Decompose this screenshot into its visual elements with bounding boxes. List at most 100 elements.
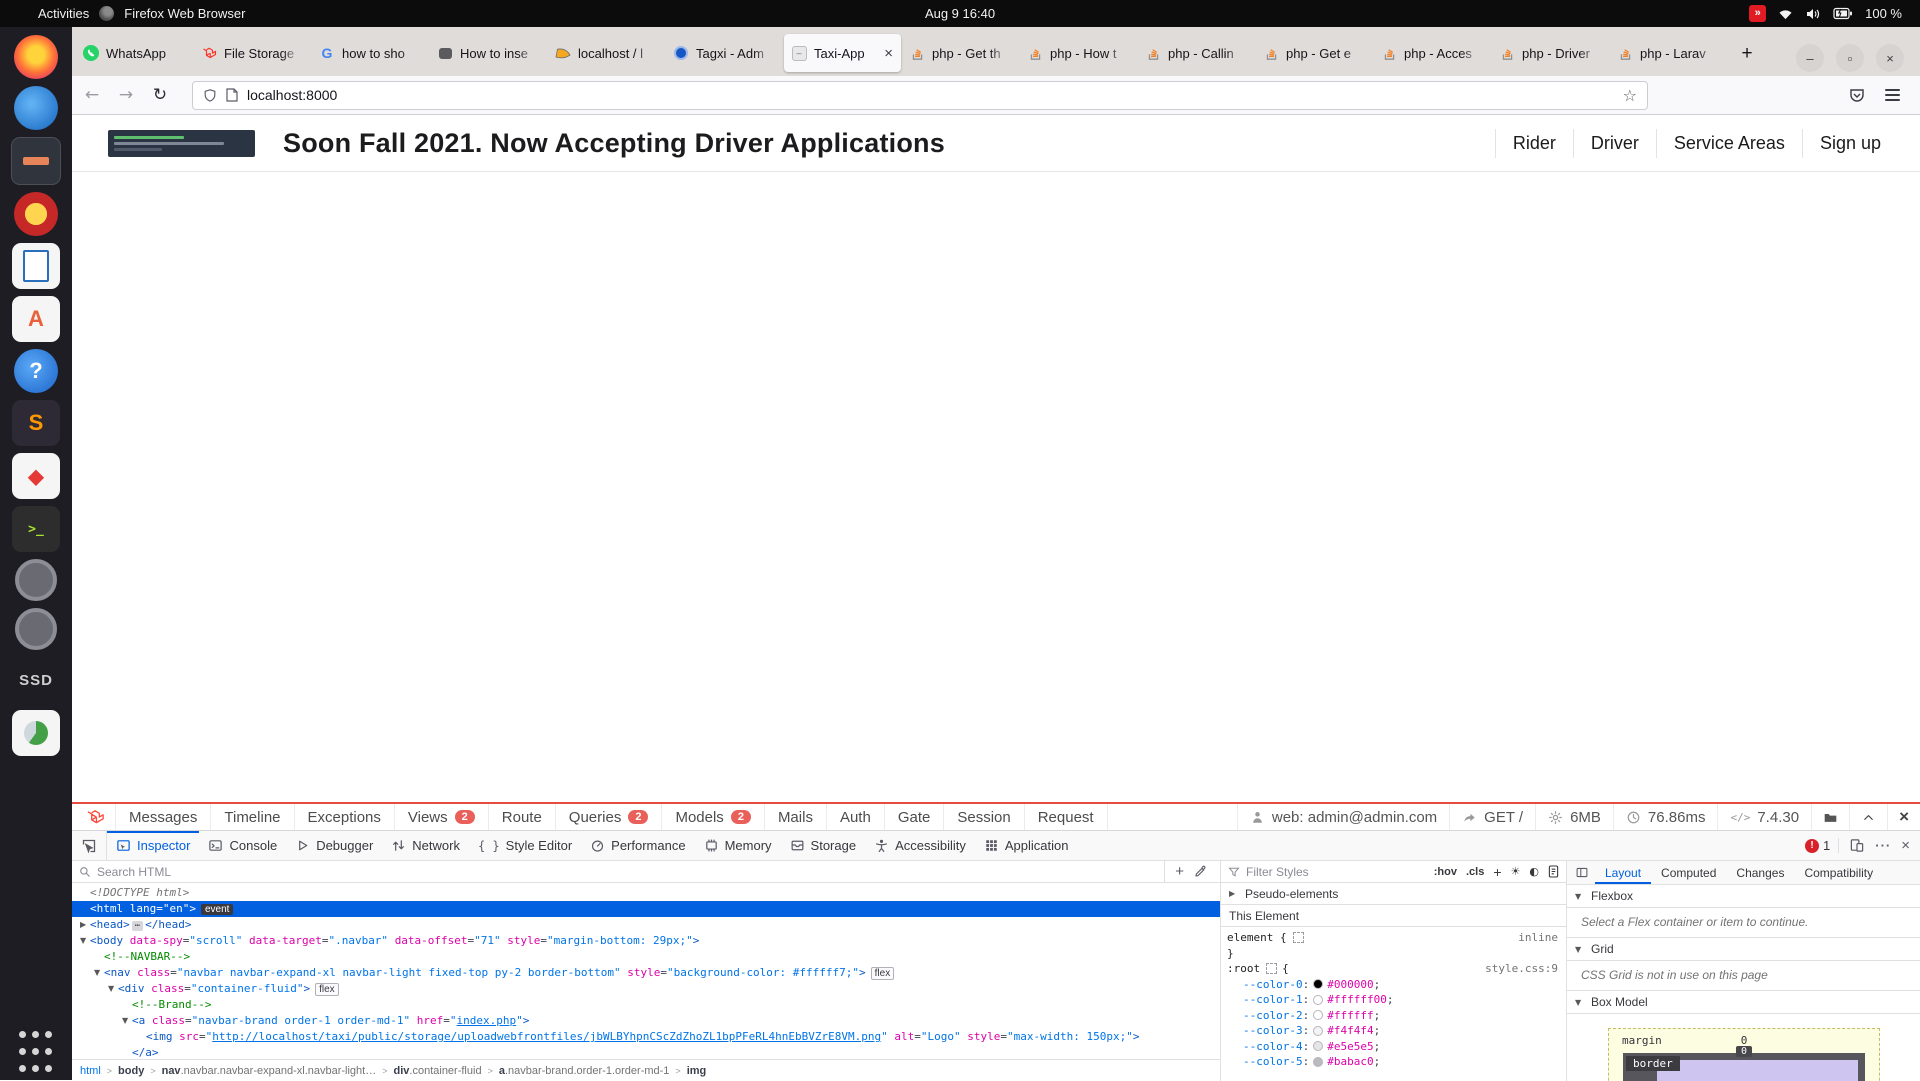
devtools-close-icon[interactable]: × (1901, 837, 1910, 854)
css-variable-4[interactable]: --color-4:#e5e5e5; (1227, 1039, 1558, 1055)
volume-icon[interactable] (1805, 7, 1821, 21)
dock-item-files-icon[interactable] (11, 137, 61, 185)
dock-item-greenapp-icon[interactable] (12, 710, 60, 756)
laravel-logo-icon[interactable] (72, 804, 115, 830)
border-top-value[interactable]: 0 (1736, 1046, 1752, 1057)
tree-node-9[interactable]: <img src="http://localhost/taxi/public/s… (72, 1029, 1220, 1045)
reload-button[interactable]: ↻ (146, 81, 174, 109)
chevron-right-icon[interactable]: ▶ (80, 917, 90, 933)
devtools-tab-storage[interactable]: Storage (781, 831, 866, 860)
tree-node-5[interactable]: ▼<nav class="navbar navbar-expand-xl nav… (72, 965, 1220, 981)
breadcrumb-item-img[interactable]: img (687, 1065, 707, 1077)
error-count-badge[interactable]: !1 (1805, 838, 1839, 853)
wifi-icon[interactable] (1778, 7, 1793, 20)
devtools-tab-accessibility[interactable]: Accessibility (865, 831, 975, 860)
browser-tab-5[interactable]: Tagxi - Adm (666, 34, 783, 72)
hover-pseudo-toggle[interactable]: :hov (1434, 866, 1457, 878)
browser-tab-6[interactable]: –Taxi-App× (784, 34, 901, 72)
tree-node-0[interactable]: <!DOCTYPE html> (72, 885, 1220, 901)
browser-tab-7[interactable]: php - Get th (902, 34, 1019, 72)
devtools-menu-icon[interactable]: ··· (1875, 838, 1891, 853)
filter-styles-input[interactable]: Filter Styles (1246, 865, 1309, 879)
tab-close-icon[interactable]: × (883, 46, 894, 61)
sidebar-pane-icon[interactable] (1567, 861, 1595, 884)
dock-item-rhythmbox-icon[interactable] (14, 192, 58, 236)
chevron-down-icon[interactable]: ▼ (94, 965, 104, 981)
breadcrumb-item-body[interactable]: body (118, 1065, 144, 1077)
dock-item-software-icon[interactable]: A (12, 296, 60, 342)
page-info-icon[interactable] (226, 88, 238, 102)
boxmodel-section-header[interactable]: ▼ Box Model (1567, 991, 1920, 1014)
color-swatch[interactable] (1313, 1026, 1323, 1036)
close-debugbar-button[interactable]: × (1887, 804, 1920, 830)
add-node-icon[interactable]: + (1175, 863, 1184, 880)
rule-location[interactable]: inline (1518, 930, 1558, 946)
open-folder-button[interactable] (1811, 804, 1849, 830)
css-variable-0[interactable]: --color-0:#000000; (1227, 977, 1558, 993)
dock-item-disk-icon[interactable] (15, 608, 57, 650)
browser-tab-1[interactable]: File Storage (194, 34, 311, 72)
breadcrumb-item-div[interactable]: div.container-fluid (394, 1065, 482, 1077)
css-variable-1[interactable]: --color-1:#ffffff00; (1227, 992, 1558, 1008)
collapse-debugbar-button[interactable] (1849, 804, 1887, 830)
browser-tab-0[interactable]: WhatsApp (76, 34, 193, 72)
breadcrumb-item-a[interactable]: a.navbar-brand.order-1.order-md-1 (499, 1065, 670, 1077)
selector-highlighter-icon[interactable] (1293, 932, 1304, 943)
debugbar-tab-timeline[interactable]: Timeline (210, 804, 293, 830)
minimize-button[interactable]: – (1796, 44, 1824, 72)
dock-item-disk-icon[interactable] (15, 559, 57, 601)
tree-node-1[interactable]: <html lang="en">event (72, 901, 1220, 917)
box-model-margin[interactable]: margin 0 border 0 (1608, 1028, 1880, 1081)
sidebar-tab-computed[interactable]: Computed (1651, 861, 1726, 884)
color-swatch[interactable] (1313, 1057, 1323, 1067)
debugbar-tab-auth[interactable]: Auth (826, 804, 884, 830)
dock-item-diamond-icon[interactable]: ◆ (12, 453, 60, 499)
dock-item-help-icon[interactable]: ? (14, 349, 58, 393)
tree-node-3[interactable]: ▼<body data-spy="scroll" data-target=".n… (72, 933, 1220, 949)
site-link-driver[interactable]: Driver (1573, 129, 1656, 158)
site-link-service-areas[interactable]: Service Areas (1656, 129, 1802, 158)
eyedropper-icon[interactable] (1194, 865, 1207, 878)
debugbar-tab-route[interactable]: Route (488, 804, 555, 830)
breadcrumb-item-nav[interactable]: nav.navbar.navbar-expand-xl.navbar-light… (162, 1065, 377, 1077)
browser-tab-4[interactable]: localhost / l (548, 34, 665, 72)
tree-node-8[interactable]: ▼<a class="navbar-brand order-1 order-md… (72, 1013, 1220, 1029)
responsive-design-icon[interactable] (1849, 838, 1865, 853)
box-model-border[interactable]: border 0 (1623, 1053, 1865, 1081)
debugbar-tab-request[interactable]: Request (1024, 804, 1108, 830)
print-simulation-icon[interactable] (1548, 865, 1559, 878)
devtools-tab-console[interactable]: Console (199, 831, 286, 860)
tree-node-4[interactable]: <!--NAVBAR--> (72, 949, 1220, 965)
site-link-rider[interactable]: Rider (1495, 129, 1573, 158)
css-variable-5[interactable]: --color-5:#babac0; (1227, 1054, 1558, 1070)
browser-tab-12[interactable]: php - Driver (1492, 34, 1609, 72)
save-to-pocket-icon[interactable] (1849, 88, 1865, 102)
back-button[interactable]: ← (78, 81, 106, 109)
color-swatch[interactable] (1313, 1041, 1323, 1051)
add-rule-icon[interactable]: + (1493, 864, 1501, 880)
new-tab-button[interactable]: + (1732, 39, 1762, 69)
debugbar-tab-views[interactable]: Views2 (394, 804, 488, 830)
search-html-input[interactable]: Search HTML (97, 865, 171, 879)
devtools-tab-network[interactable]: Network (382, 831, 469, 860)
tree-node-7[interactable]: <!--Brand--> (72, 997, 1220, 1013)
css-variable-3[interactable]: --color-3:#f4f4f4; (1227, 1023, 1558, 1039)
chevron-down-icon[interactable]: ▼ (80, 933, 90, 949)
class-toggle[interactable]: .cls (1466, 866, 1484, 878)
devtools-tab-style-editor[interactable]: { }Style Editor (469, 831, 581, 860)
dark-scheme-icon[interactable]: ◐ (1529, 865, 1539, 878)
devtools-tab-debugger[interactable]: Debugger (286, 831, 382, 860)
tree-node-2[interactable]: ▶<head>⋯</head> (72, 917, 1220, 933)
battery-icon[interactable] (1833, 7, 1853, 20)
root-rule-selector[interactable]: :root{style.css:9 (1227, 961, 1558, 977)
debugbar-tab-session[interactable]: Session (943, 804, 1023, 830)
browser-tab-3[interactable]: How to inse (430, 34, 547, 72)
browser-tab-2[interactable]: Ghow to sho (312, 34, 429, 72)
breadcrumb-item-html[interactable]: html (80, 1065, 101, 1077)
element-rule-selector[interactable]: element {inline (1227, 930, 1558, 946)
tree-node-6[interactable]: ▼<div class="container-fluid">flex (72, 981, 1220, 997)
activities-button[interactable]: Activities (38, 6, 89, 21)
bookmark-star-icon[interactable]: ☆ (1623, 86, 1637, 105)
menu-hamburger-icon[interactable] (1885, 89, 1900, 101)
devtools-tab-performance[interactable]: Performance (581, 831, 694, 860)
